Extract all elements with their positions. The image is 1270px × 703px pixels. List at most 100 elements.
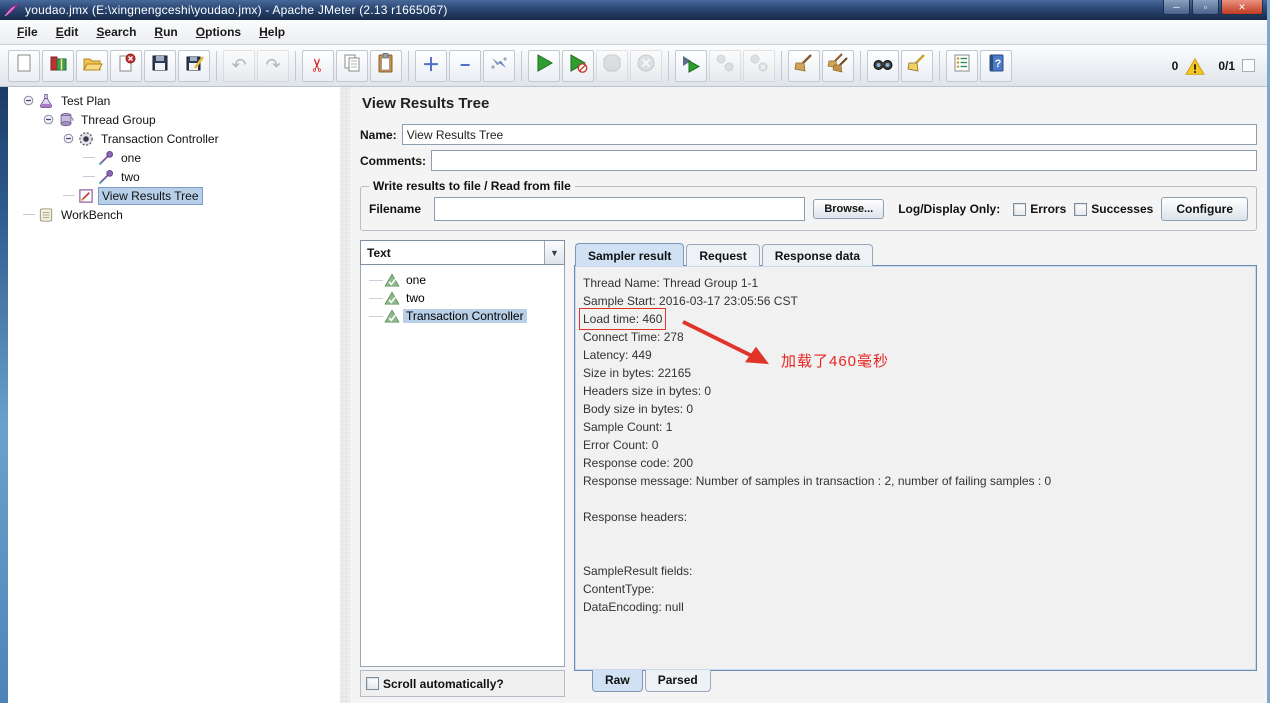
expand-all-button[interactable]: ＋ xyxy=(415,49,447,82)
configure-button[interactable]: Configure xyxy=(1161,197,1248,221)
raw-parsed-tabs: Raw Parsed xyxy=(574,670,1257,697)
bottom-tab-raw[interactable]: Raw xyxy=(592,670,643,692)
toggle-button[interactable] xyxy=(483,49,515,82)
groupbox-legend: Write results to file / Read from file xyxy=(369,179,575,193)
errors-label: Errors xyxy=(1030,202,1067,216)
remote-start-all-button[interactable] xyxy=(675,49,707,82)
stop-icon xyxy=(601,52,623,79)
paste-button[interactable] xyxy=(370,49,402,82)
tree-node-label: View Results Tree xyxy=(98,186,203,205)
function-helper-button[interactable] xyxy=(946,49,978,82)
start-no-timers-icon xyxy=(567,52,589,79)
open-file-icon xyxy=(81,52,103,79)
sampler-result-line: Size in bytes: 22165 xyxy=(583,366,692,380)
result-item[interactable]: one xyxy=(361,271,564,289)
tree-node-view-results-tree[interactable]: View Results Tree xyxy=(8,186,340,205)
tree-node-transaction-controller[interactable]: Transaction Controller xyxy=(8,129,340,148)
errors-checkbox[interactable] xyxy=(1013,202,1027,216)
toolbar-separator xyxy=(860,50,861,81)
test-plan-tree: Test Plan Thread Group Transaction Control… xyxy=(8,87,340,703)
render-selector-dropdown[interactable]: Text ▼ xyxy=(360,240,565,265)
comments-input[interactable] xyxy=(431,150,1257,171)
menu-item-run[interactable]: Run xyxy=(145,22,186,42)
search-reset-button[interactable] xyxy=(901,49,933,82)
name-label: Name: xyxy=(360,127,397,142)
tab-request[interactable]: Request xyxy=(686,244,760,266)
browse-button[interactable]: Browse... xyxy=(813,199,885,219)
minimize-button[interactable]: ─ xyxy=(1163,0,1190,15)
tree-node-sampler-one[interactable]: one xyxy=(8,148,340,167)
redo-button: ↷ xyxy=(257,49,289,82)
search-button[interactable] xyxy=(867,49,899,82)
expand-collapse-handle[interactable] xyxy=(20,95,37,106)
result-item[interactable]: Transaction Controller xyxy=(361,307,564,325)
annotation-text: 加载了460毫秒 xyxy=(781,353,890,370)
templates-icon xyxy=(47,52,69,79)
sampler-icon xyxy=(97,168,115,186)
clear-button[interactable] xyxy=(788,49,820,82)
menu-item-search[interactable]: Search xyxy=(87,22,145,42)
scroll-automatically-checkbox[interactable] xyxy=(366,677,379,690)
cut-button[interactable]: ✂ xyxy=(302,49,334,82)
save-as-icon xyxy=(183,52,205,79)
start-no-timers-button[interactable] xyxy=(562,49,594,82)
svg-text:?: ? xyxy=(995,58,1002,70)
menu-item-file[interactable]: File xyxy=(8,22,47,42)
start-icon xyxy=(533,52,555,79)
result-tabs: Sampler result Request Response data xyxy=(574,240,1257,266)
name-input[interactable] xyxy=(401,124,1257,145)
open-file-button[interactable] xyxy=(76,49,108,82)
threads-ratio: 0/1 xyxy=(1218,58,1235,73)
sampler-result-content: Thread Name: Thread Group 1-1 Sample Star… xyxy=(574,265,1257,671)
menu-item-help[interactable]: Help xyxy=(250,22,294,42)
sampler-result-line: Response message: Number of samples in t… xyxy=(583,474,1052,488)
expand-collapse-handle[interactable] xyxy=(60,133,77,144)
bottom-tab-parsed[interactable]: Parsed xyxy=(644,670,711,692)
tab-response-data[interactable]: Response data xyxy=(761,244,874,266)
result-item[interactable]: two xyxy=(361,289,564,307)
toolbar-separator xyxy=(668,50,669,81)
close-button[interactable]: ✕ xyxy=(1221,0,1263,15)
save-as-button[interactable] xyxy=(178,49,210,82)
tab-sampler-result[interactable]: Sampler result xyxy=(575,243,685,266)
successes-checkbox[interactable] xyxy=(1074,202,1088,216)
clear-all-button[interactable] xyxy=(822,49,854,82)
filename-input[interactable] xyxy=(434,197,806,221)
chevron-down-icon: ▼ xyxy=(544,241,564,264)
copy-button[interactable] xyxy=(336,49,368,82)
new-file-button[interactable] xyxy=(8,49,40,82)
start-button[interactable] xyxy=(528,49,560,82)
redo-icon: ↷ xyxy=(265,54,281,75)
new-file-icon xyxy=(13,52,35,79)
expand-collapse-handle[interactable] xyxy=(40,114,57,125)
close-file-button[interactable] xyxy=(110,49,142,82)
write-results-groupbox: Write results to file / Read from file F… xyxy=(360,179,1257,231)
transaction-controller-icon xyxy=(77,130,95,148)
tree-connector xyxy=(60,195,77,196)
tree-node-thread-group[interactable]: Thread Group xyxy=(8,110,340,129)
remote-stop-all-button xyxy=(709,49,741,82)
sampler-result-line: Sample Start: 2016-03-17 23:05:56 CST xyxy=(583,294,798,308)
render-selector-value: Text xyxy=(367,245,391,260)
menu-item-options[interactable]: Options xyxy=(187,22,250,42)
maximize-button[interactable]: ▫ xyxy=(1192,0,1219,15)
tree-connector xyxy=(20,214,37,215)
sampler-result-line xyxy=(583,544,1256,562)
window-left-border xyxy=(0,87,8,703)
result-ok-icon xyxy=(384,290,400,306)
panel-splitter[interactable] xyxy=(340,87,350,703)
menu-bar: File Edit Search Run Options Help xyxy=(0,20,1267,45)
help-button[interactable]: ? xyxy=(980,49,1012,82)
save-button[interactable] xyxy=(144,49,176,82)
remote-shutdown-all-button xyxy=(743,49,775,82)
sampler-result-line: SampleResult fields: xyxy=(583,564,693,578)
result-ok-icon xyxy=(384,308,400,324)
templates-button[interactable] xyxy=(42,49,74,82)
menu-item-edit[interactable]: Edit xyxy=(47,22,88,42)
warning-icon[interactable] xyxy=(1185,56,1206,76)
tree-node-test-plan[interactable]: Test Plan xyxy=(8,91,340,110)
collapse-all-button[interactable]: − xyxy=(449,49,481,82)
tree-node-workbench[interactable]: WorkBench xyxy=(8,205,340,224)
search-icon xyxy=(872,52,894,79)
tree-node-sampler-two[interactable]: two xyxy=(8,167,340,186)
